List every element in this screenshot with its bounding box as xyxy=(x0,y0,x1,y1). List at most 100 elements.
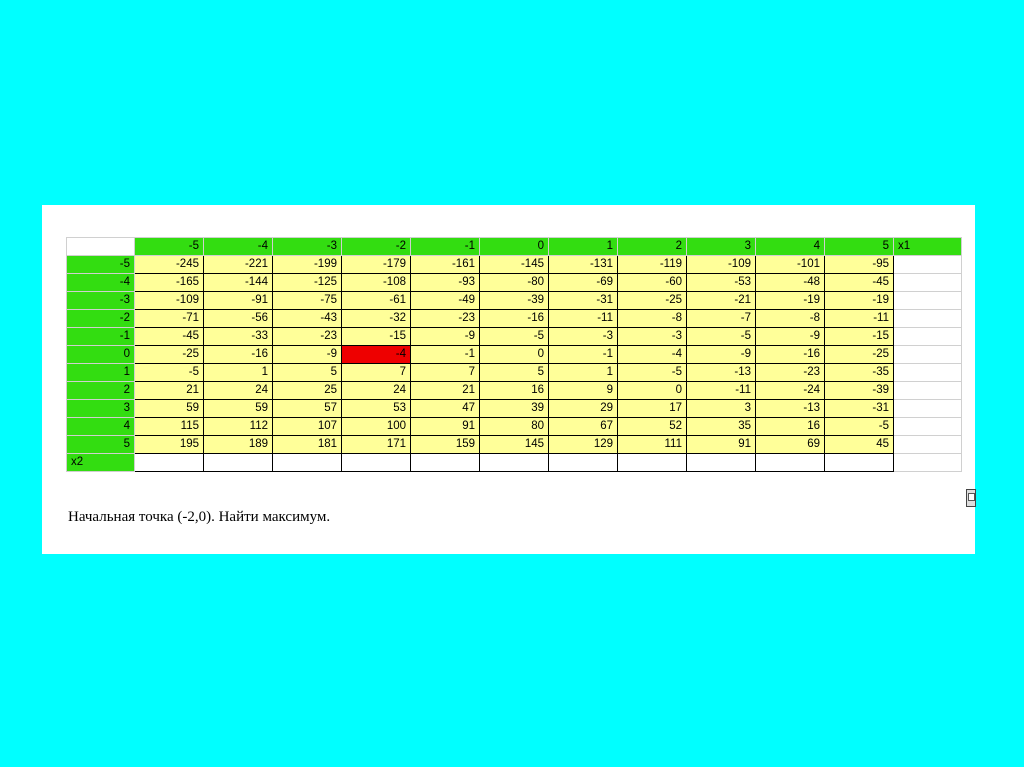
corner-cell[interactable] xyxy=(66,237,135,256)
value-cell[interactable]: -91 xyxy=(203,291,273,310)
value-cell[interactable]: -1 xyxy=(548,345,618,364)
value-cell[interactable]: -119 xyxy=(617,255,687,274)
empty-cell[interactable] xyxy=(203,453,273,472)
value-cell[interactable]: -125 xyxy=(272,273,342,292)
value-cell[interactable]: -23 xyxy=(755,363,825,382)
value-cell[interactable]: -9 xyxy=(272,345,342,364)
value-cell[interactable]: -48 xyxy=(755,273,825,292)
x1-header-cell[interactable]: 1 xyxy=(548,237,618,256)
value-cell[interactable]: 16 xyxy=(755,417,825,436)
empty-cell[interactable] xyxy=(893,255,962,274)
value-cell[interactable]: -144 xyxy=(203,273,273,292)
x1-header-cell[interactable]: -2 xyxy=(341,237,411,256)
value-cell[interactable]: 145 xyxy=(479,435,549,454)
value-cell[interactable]: 17 xyxy=(617,399,687,418)
x2-header-cell[interactable]: 0 xyxy=(66,345,135,364)
value-cell[interactable]: -11 xyxy=(824,309,894,328)
value-cell[interactable]: -43 xyxy=(272,309,342,328)
value-cell[interactable]: -9 xyxy=(686,345,756,364)
value-cell[interactable]: 5 xyxy=(272,363,342,382)
value-cell[interactable]: 59 xyxy=(203,399,273,418)
value-cell[interactable]: 67 xyxy=(548,417,618,436)
value-cell[interactable]: 0 xyxy=(617,381,687,400)
empty-cell[interactable] xyxy=(893,417,962,436)
x1-header-cell[interactable]: 2 xyxy=(617,237,687,256)
value-cell[interactable]: -199 xyxy=(272,255,342,274)
value-cell[interactable]: -23 xyxy=(272,327,342,346)
value-cell[interactable]: -108 xyxy=(341,273,411,292)
value-cell[interactable]: -4 xyxy=(617,345,687,364)
value-cell[interactable]: -9 xyxy=(410,327,480,346)
value-cell[interactable]: -5 xyxy=(686,327,756,346)
empty-cell[interactable] xyxy=(893,435,962,454)
value-cell[interactable]: -15 xyxy=(341,327,411,346)
value-cell[interactable]: 53 xyxy=(341,399,411,418)
empty-cell[interactable] xyxy=(824,453,894,472)
value-cell[interactable]: -16 xyxy=(479,309,549,328)
value-cell[interactable]: 7 xyxy=(341,363,411,382)
value-cell[interactable]: -32 xyxy=(341,309,411,328)
value-cell[interactable]: -93 xyxy=(410,273,480,292)
value-cell[interactable]: -75 xyxy=(272,291,342,310)
value-cell[interactable]: -109 xyxy=(134,291,204,310)
value-cell[interactable]: -60 xyxy=(617,273,687,292)
x1-header-cell[interactable]: 4 xyxy=(755,237,825,256)
value-cell[interactable]: 115 xyxy=(134,417,204,436)
empty-cell[interactable] xyxy=(134,453,204,472)
value-cell[interactable]: 21 xyxy=(410,381,480,400)
value-cell[interactable]: -16 xyxy=(755,345,825,364)
value-cell[interactable]: -23 xyxy=(410,309,480,328)
empty-cell[interactable] xyxy=(548,453,618,472)
empty-cell[interactable] xyxy=(893,345,962,364)
value-cell[interactable]: 29 xyxy=(548,399,618,418)
empty-cell[interactable] xyxy=(893,327,962,346)
value-cell[interactable]: 47 xyxy=(410,399,480,418)
x2-header-cell[interactable]: -4 xyxy=(66,273,135,292)
value-cell[interactable]: -5 xyxy=(479,327,549,346)
value-cell[interactable]: -33 xyxy=(203,327,273,346)
value-cell[interactable]: -19 xyxy=(824,291,894,310)
value-cell[interactable]: -131 xyxy=(548,255,618,274)
value-cell[interactable]: -31 xyxy=(824,399,894,418)
value-cell[interactable]: 100 xyxy=(341,417,411,436)
value-cell[interactable]: -39 xyxy=(824,381,894,400)
x1-header-cell[interactable]: -5 xyxy=(134,237,204,256)
empty-cell[interactable] xyxy=(893,363,962,382)
value-cell[interactable]: -245 xyxy=(134,255,204,274)
value-cell[interactable]: 21 xyxy=(134,381,204,400)
value-cell[interactable]: -9 xyxy=(755,327,825,346)
value-cell[interactable]: 195 xyxy=(134,435,204,454)
x2-header-cell[interactable]: -1 xyxy=(66,327,135,346)
value-cell[interactable]: -15 xyxy=(824,327,894,346)
empty-cell[interactable] xyxy=(272,453,342,472)
value-cell[interactable]: -1 xyxy=(410,345,480,364)
value-cell[interactable]: 1 xyxy=(548,363,618,382)
x2-header-cell[interactable]: -2 xyxy=(66,309,135,328)
value-cell[interactable]: -221 xyxy=(203,255,273,274)
x1-header-cell[interactable]: -3 xyxy=(272,237,342,256)
value-cell[interactable]: 24 xyxy=(203,381,273,400)
value-cell[interactable]: -101 xyxy=(755,255,825,274)
empty-cell[interactable] xyxy=(893,291,962,310)
x2-header-cell[interactable]: 4 xyxy=(66,417,135,436)
value-cell[interactable]: -16 xyxy=(203,345,273,364)
value-cell[interactable]: -25 xyxy=(134,345,204,364)
value-cell[interactable]: 57 xyxy=(272,399,342,418)
value-cell[interactable]: -11 xyxy=(686,381,756,400)
value-cell[interactable]: -8 xyxy=(617,309,687,328)
empty-cell[interactable] xyxy=(893,453,962,472)
value-cell[interactable]: -25 xyxy=(824,345,894,364)
value-cell[interactable]: 7 xyxy=(410,363,480,382)
value-cell[interactable]: -61 xyxy=(341,291,411,310)
empty-cell[interactable] xyxy=(341,453,411,472)
value-cell[interactable]: 9 xyxy=(548,381,618,400)
x1-header-cell[interactable]: 0 xyxy=(479,237,549,256)
x2-header-cell[interactable]: 2 xyxy=(66,381,135,400)
value-cell[interactable]: -5 xyxy=(617,363,687,382)
x1-header-cell[interactable]: 3 xyxy=(686,237,756,256)
value-cell[interactable]: 39 xyxy=(479,399,549,418)
value-cell[interactable]: -69 xyxy=(548,273,618,292)
value-cell[interactable]: -13 xyxy=(755,399,825,418)
empty-cell[interactable] xyxy=(617,453,687,472)
value-cell[interactable]: 107 xyxy=(272,417,342,436)
